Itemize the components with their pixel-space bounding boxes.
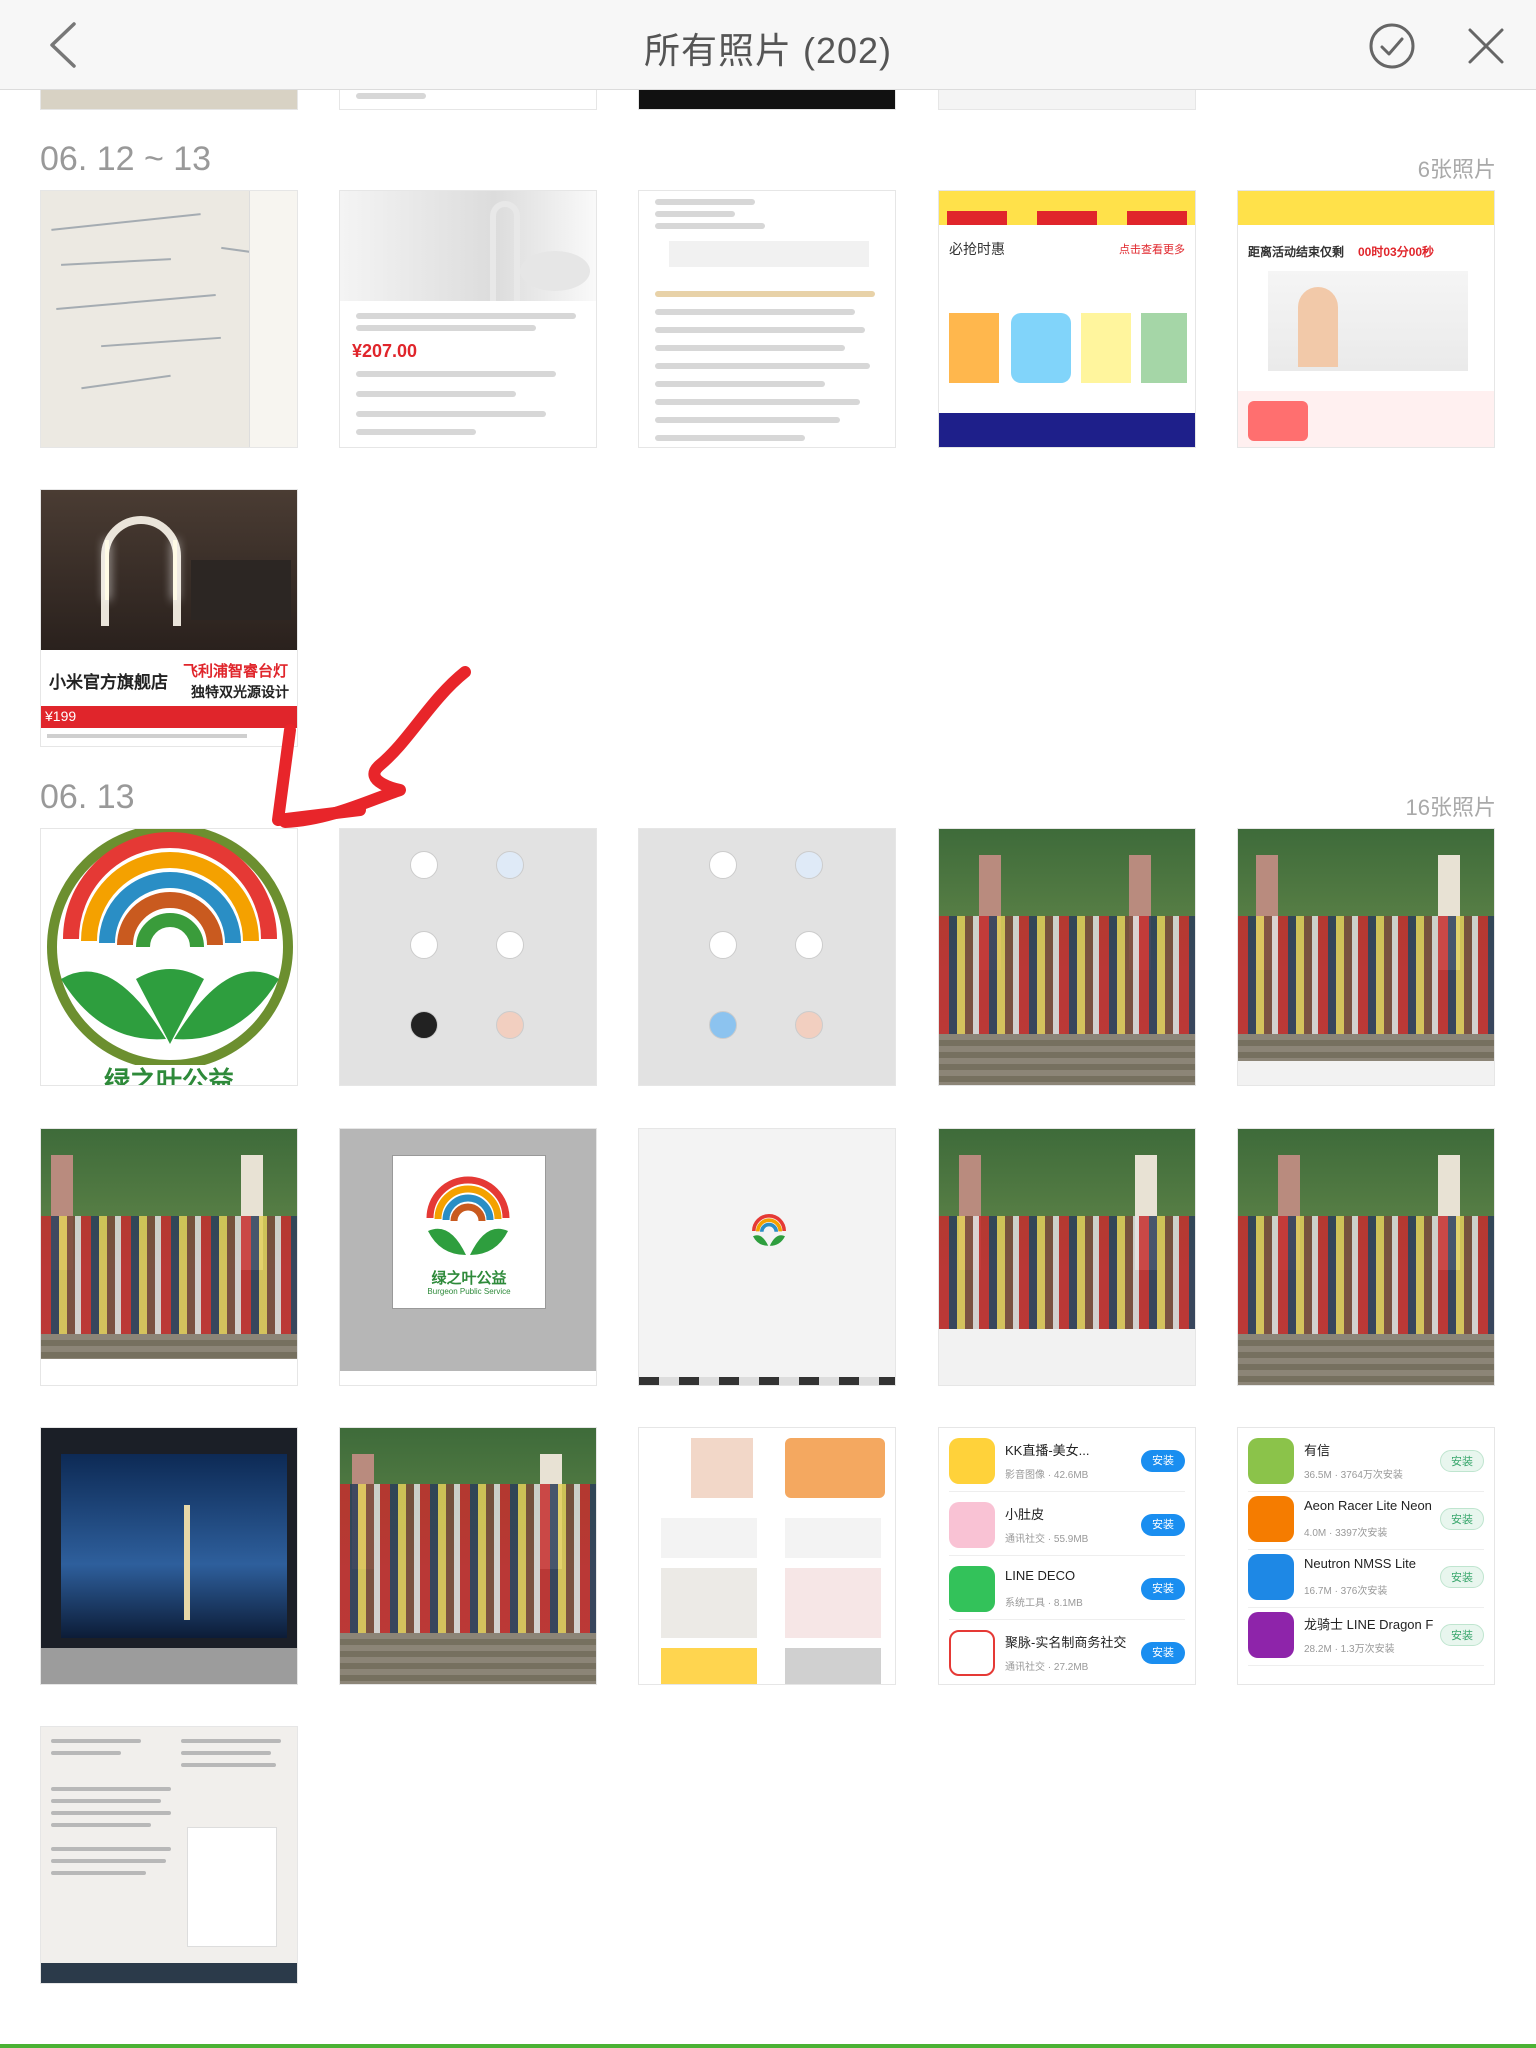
photo-thumbnail[interactable]	[40, 190, 298, 448]
photo-thumbnail[interactable]: ¥207.00	[339, 190, 597, 448]
photo-thumbnail[interactable]	[938, 828, 1196, 1086]
photo-thumbnail[interactable]	[638, 190, 896, 448]
app-icon	[1248, 1612, 1294, 1658]
app-meta: 16.7M · 376次安装	[1304, 1586, 1388, 1597]
lamp-store-name: 小米官方旗舰店	[49, 673, 168, 692]
section-photo-count: 16张照片	[1405, 795, 1496, 820]
countdown-timer: 00时03分00秒	[1358, 245, 1435, 259]
red-arrow-annotation	[272, 666, 471, 828]
product-price: ¥207.00	[352, 341, 418, 361]
burgeon-logo-icon	[41, 829, 297, 1085]
app-name: KK直播-美女...	[1005, 1443, 1090, 1458]
app-icon	[949, 1630, 995, 1676]
app-meta: 影音图像 · 42.6MB	[1005, 1470, 1089, 1481]
countdown-headline: 距离活动结束仅剩	[1248, 245, 1345, 259]
photo-thumbnail[interactable]	[339, 828, 597, 1086]
page-title: 所有照片 (202)	[643, 30, 893, 71]
section-date: 06. 12 ~ 13	[40, 140, 212, 178]
photo-thumbnail[interactable]	[339, 1427, 597, 1685]
bottom-progress-bar	[0, 2044, 1536, 2048]
app-icon	[1248, 1554, 1294, 1600]
app-name: 小肚皮	[1005, 1507, 1045, 1522]
close-icon[interactable]	[1462, 22, 1510, 70]
install-button[interactable]: 安装	[1141, 1642, 1185, 1664]
app-meta: 通讯社交 · 55.9MB	[1005, 1534, 1089, 1545]
app-name: 有信	[1304, 1443, 1331, 1458]
photo-thumbnail[interactable]	[40, 1726, 298, 1984]
install-button[interactable]: 安装	[1141, 1514, 1185, 1536]
install-button[interactable]: 安装	[1440, 1450, 1484, 1472]
logo-text: 绿之叶公益	[103, 1066, 234, 1086]
section-date: 06. 13	[40, 778, 135, 816]
app-icon	[1248, 1496, 1294, 1542]
app-meta: 4.0M · 3397次安装	[1304, 1528, 1388, 1539]
photo-thumbnail[interactable]: 绿之叶公益 Burgeon Public Service	[339, 1128, 597, 1386]
app-meta: 28.2M · 1.3万次安装	[1304, 1644, 1395, 1655]
photo-thumbnail[interactable]: 绿之叶公益	[40, 828, 298, 1086]
jd-more-link: 点击查看更多	[1119, 244, 1185, 256]
app-store-screenshot[interactable]: 有信 36.5M · 3764万次安装 安装 Aeon Racer Lite N…	[1237, 1427, 1495, 1685]
jd-banner-label: 必抢时惠	[949, 241, 1005, 257]
install-button[interactable]: 安装	[1440, 1508, 1484, 1530]
app-name: 聚脉-实名制商务社交	[1005, 1635, 1127, 1650]
top-bar: 所有照片 (202)	[0, 0, 1536, 90]
section-photo-count: 6张照片	[1417, 157, 1496, 182]
install-button[interactable]: 安装	[1141, 1450, 1185, 1472]
photo-thumbnail[interactable]: 距离活动结束仅剩 00时03分00秒	[1237, 190, 1495, 448]
photo-thumbnail[interactable]	[638, 1128, 896, 1386]
photo-thumbnail[interactable]	[40, 1427, 298, 1685]
install-button[interactable]: 安装	[1440, 1566, 1484, 1588]
app-icon	[949, 1566, 995, 1612]
app-icon	[949, 1438, 995, 1484]
burgeon-logo-icon	[752, 1214, 786, 1246]
app-icon	[949, 1502, 995, 1548]
lamp-price: ¥199	[45, 708, 77, 724]
logo-subtitle: Burgeon Public Service	[427, 1287, 511, 1296]
burgeon-logo-icon	[426, 1176, 510, 1255]
app-name: LINE DECO	[1005, 1568, 1076, 1583]
check-circle-icon[interactable]	[1368, 22, 1416, 70]
photo-thumbnail[interactable]	[1237, 1128, 1495, 1386]
photo-thumbnail[interactable]: 必抢时惠 点击查看更多	[938, 190, 1196, 448]
app-meta: 系统工具 · 8.1MB	[1005, 1598, 1083, 1609]
install-button[interactable]: 安装	[1141, 1578, 1185, 1600]
app-name: Neutron NMSS Lite	[1304, 1556, 1416, 1571]
photo-thumbnail[interactable]	[638, 828, 896, 1086]
app-icon	[1248, 1438, 1294, 1484]
photo-thumbnail[interactable]	[1237, 828, 1495, 1086]
app-store-screenshot[interactable]: KK直播-美女... 影音图像 · 42.6MB 安装 小肚皮 通讯社交 · 5…	[938, 1427, 1196, 1685]
photo-thumbnail[interactable]	[938, 1128, 1196, 1386]
app-meta: 通讯社交 · 27.2MB	[1005, 1662, 1089, 1673]
install-button[interactable]: 安装	[1440, 1624, 1484, 1646]
app-meta: 36.5M · 3764万次安装	[1304, 1470, 1403, 1481]
logo-text: 绿之叶公益	[431, 1270, 507, 1287]
photo-thumbnail[interactable]	[638, 1427, 896, 1685]
photo-thumbnail[interactable]	[40, 1128, 298, 1386]
app-name: 龙骑士 LINE Dragon Flight	[1304, 1617, 1434, 1632]
app-name: Aeon Racer Lite Neon Glo...	[1304, 1498, 1434, 1513]
